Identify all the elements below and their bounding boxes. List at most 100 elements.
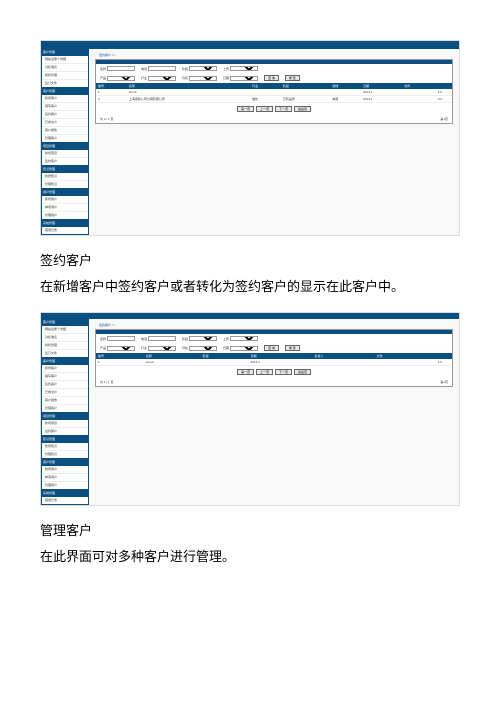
sidebar-item[interactable]: 已成交户 — [42, 119, 88, 127]
sidebar-item[interactable]: 客户报告 — [42, 397, 88, 405]
sidebar-group: 项目管理 新增项目 签约客户 — [41, 413, 89, 436]
heading-manage-customers: 管理客户 — [40, 520, 460, 539]
sidebar-item[interactable]: 树状管理 — [42, 342, 88, 350]
sidebar-item[interactable]: 管理知识 — [42, 451, 88, 458]
sidebar-item[interactable]: 管理用户 — [42, 212, 88, 219]
sidebar-item[interactable]: 管理用户 — [42, 482, 88, 489]
sidebar-item[interactable]: 客户报告 — [42, 127, 88, 135]
sidebar-item[interactable]: 管理客户 — [42, 135, 88, 142]
input-name[interactable] — [107, 336, 135, 341]
main-content: 签约客户 >> 名称 电话 阶段 上传 产品 行业 月初 日期 查 询 — [89, 319, 459, 505]
top-bar — [41, 41, 459, 49]
select-stage[interactable] — [189, 336, 217, 341]
sidebar-item[interactable]: 新增项目 — [42, 420, 88, 428]
sidebar-item[interactable]: 签订文件 — [42, 80, 88, 87]
sidebar-item[interactable]: 填写客户 — [42, 373, 88, 381]
breadcrumb: 签约客户 >> — [99, 323, 453, 327]
select-month[interactable] — [189, 346, 217, 351]
pager-summary-left: 共 1 / 1 页 — [100, 380, 114, 384]
sidebar-group: 客户管理 新增客户 填写客户 签约客户 已成交户 客户报告 管理客户 — [41, 358, 89, 413]
pager-last[interactable]: 最后页 — [294, 106, 311, 112]
sidebar-item[interactable]: 签约客户 — [42, 111, 88, 119]
sidebar-item[interactable]: 网站注册个详细 — [42, 326, 88, 334]
sidebar-item[interactable]: 填写客户 — [42, 103, 88, 111]
label-phone: 电话 — [141, 67, 147, 71]
label-industry: 行业 — [141, 76, 147, 80]
select-industry[interactable] — [148, 76, 176, 81]
sidebar-item[interactable]: 单项用户 — [42, 474, 88, 482]
results-table: 编号 名称 阶段 日期 负责人 文件 1 emoA — [96, 353, 452, 366]
label-stage: 阶段 — [182, 67, 188, 71]
sidebar-item[interactable]: 新增项目 — [42, 150, 88, 158]
sidebar-item[interactable]: 新增用户 — [42, 196, 88, 204]
query-button[interactable]: 查 询 — [264, 75, 279, 81]
sidebar-group: 客户管理 网站注册个详细 对标准表 树状管理 签订文件 — [41, 49, 89, 88]
pager-first[interactable]: 第一页 — [237, 106, 254, 112]
screenshot-manage-customers: 客户管理 网站注册个详细 对标准表 树状管理 签订文件 客户管理 新增客户 填写… — [40, 312, 460, 506]
label-name: 名称 — [100, 337, 106, 341]
sidebar-item[interactable]: 管理知识 — [42, 181, 88, 188]
screenshot-signed-customers: 客户管理 网站注册个详细 对标准表 树状管理 签订文件 客户管理 新增客户 填写… — [40, 40, 460, 236]
sidebar-group-header: 用户管理 — [41, 189, 89, 196]
sidebar-item[interactable]: 网站注册个详细 — [42, 56, 88, 64]
sidebar-item[interactable]: 管理客户 — [42, 405, 88, 412]
pager-summary-right: 第1页 — [440, 117, 448, 121]
pager-prev[interactable]: 上一页 — [256, 369, 273, 375]
pager-last[interactable]: 最后页 — [294, 369, 311, 375]
sidebar-item[interactable]: 单项用户 — [42, 204, 88, 212]
sidebar-group: 知识管理 新增知识 管理知识 — [41, 166, 89, 189]
select-time[interactable] — [230, 76, 258, 81]
table-row[interactable]: 2 上海康新公司分销有限公司 餐饮 已有品牌 本部 2014-1 0.0 — [96, 96, 452, 103]
label-origin: 上传 — [223, 67, 229, 71]
sidebar-group: 系统管理 错误日志 — [41, 490, 89, 505]
select-origin[interactable] — [230, 336, 258, 341]
sidebar-item[interactable]: 新增客户 — [42, 95, 88, 103]
sidebar-item[interactable]: 签约客户 — [42, 158, 88, 165]
sidebar-item[interactable]: 树状管理 — [42, 72, 88, 80]
sidebar-group: 系统管理 错误日志 — [41, 220, 89, 235]
pager-next[interactable]: 下一页 — [275, 369, 292, 375]
sidebar-group: 用户管理 新增用户 单项用户 管理用户 — [41, 459, 89, 490]
sidebar-item[interactable]: 错误日志 — [42, 227, 88, 234]
query-button[interactable]: 查 询 — [264, 345, 279, 351]
select-origin[interactable] — [230, 66, 258, 71]
heading-signed-customers: 签约客户 — [40, 250, 460, 269]
pager: 第一页 上一页 下一页 最后页 — [96, 366, 452, 378]
results-table: 编号 名称 行业 阶段 建档 日期 文件 1 emoA — [96, 83, 452, 103]
sidebar-item[interactable]: 签约客户 — [42, 381, 88, 389]
select-month[interactable] — [189, 76, 217, 81]
input-phone[interactable] — [148, 336, 176, 341]
sidebar-item[interactable]: 对标准表 — [42, 334, 88, 342]
pager: 第一页 上一页 下一页 最后页 — [96, 103, 452, 115]
select-prod[interactable] — [107, 346, 135, 351]
sidebar-item[interactable]: 已成交户 — [42, 389, 88, 397]
sidebar-item[interactable]: 错误日志 — [42, 497, 88, 504]
label-time: 日期 — [223, 76, 229, 80]
label-prod: 产品 — [100, 76, 106, 80]
pager-prev[interactable]: 上一页 — [256, 106, 273, 112]
select-prod[interactable] — [107, 76, 135, 81]
pager-first[interactable]: 第一页 — [237, 369, 254, 375]
table-row[interactable]: 1 emoA 2014-1 1.0 — [96, 359, 452, 366]
reset-button[interactable]: 重 置 — [285, 345, 300, 351]
sidebar-item[interactable]: 对标准表 — [42, 64, 88, 72]
input-phone[interactable] — [148, 66, 176, 71]
sidebar-item[interactable]: 签订文件 — [42, 350, 88, 357]
select-stage[interactable] — [189, 66, 217, 71]
sidebar-item[interactable]: 新增用户 — [42, 466, 88, 474]
reset-button[interactable]: 重 置 — [285, 75, 300, 81]
input-name[interactable] — [107, 66, 135, 71]
sidebar-item[interactable]: 签约客户 — [42, 428, 88, 435]
sidebar-item[interactable]: 新增客户 — [42, 365, 88, 373]
sidebar-item[interactable]: 新增知识 — [42, 443, 88, 451]
select-time[interactable] — [230, 346, 258, 351]
paragraph-manage-desc: 在此界面可对多种客户进行管理。 — [40, 545, 460, 568]
label-prod: 产品 — [100, 346, 106, 350]
select-industry[interactable] — [148, 346, 176, 351]
sidebar-item[interactable]: 新增知识 — [42, 173, 88, 181]
search-panel: 名称 电话 阶段 上传 产品 行业 月初 日期 查 询 重 置 — [95, 59, 453, 124]
sidebar-group-header: 客户管理 — [41, 49, 89, 56]
sidebar-group-header: 项目管理 — [41, 413, 89, 420]
pager-next[interactable]: 下一页 — [275, 106, 292, 112]
sidebar-group: 客户管理 新增客户 填写客户 签约客户 已成交户 客户报告 管理客户 — [41, 88, 89, 143]
